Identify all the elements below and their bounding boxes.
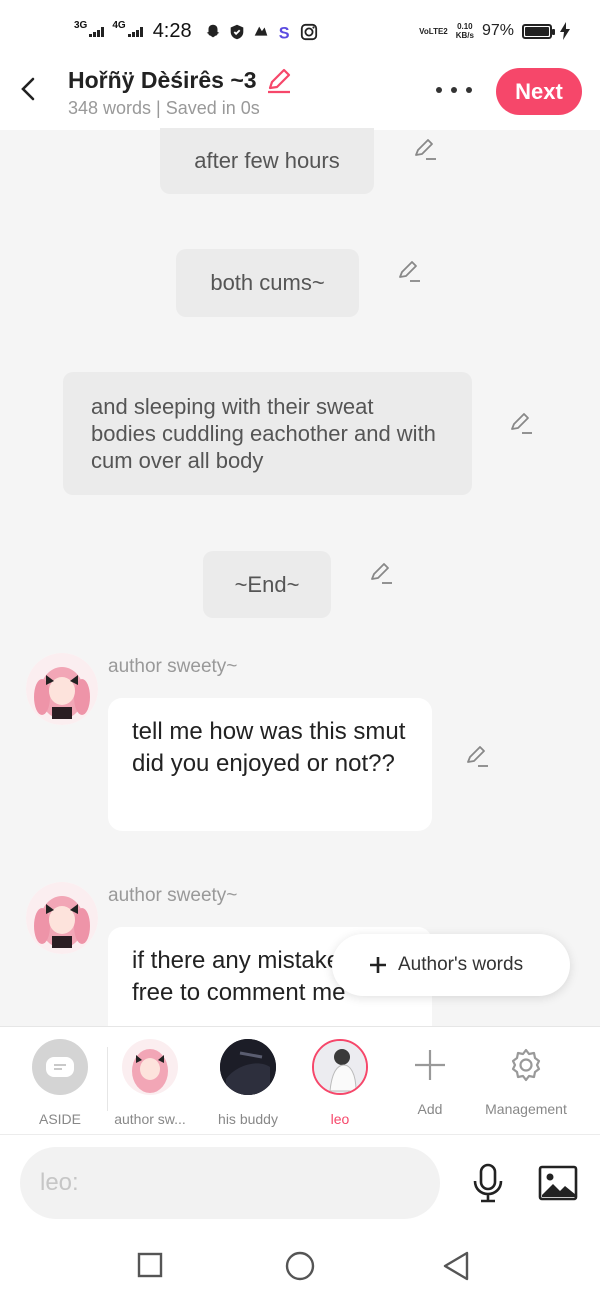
narration-text: after few hours [194,148,340,173]
story-header: Hořñÿ Dèśirês ~3 348 words | Saved in 0s… [0,64,600,130]
narration-bubble[interactable]: and sleeping with their sweat bodies cud… [63,372,472,495]
status-bar: 3G 4G 4:28 S VoLTE2 0.10 KB/s 97% [0,0,600,64]
network-2-label: 4G [112,19,126,31]
edit-pencil-icon[interactable] [508,410,534,436]
edit-pencil-icon[interactable] [396,258,422,284]
story-subtitle: 348 words | Saved in 0s [68,98,260,118]
character-divider [107,1047,108,1111]
charging-icon [560,22,570,40]
author-avatar[interactable] [26,882,98,954]
anime-girl-avatar-icon [26,882,98,954]
narration-text: ~End~ [234,571,300,597]
narration-bubble[interactable]: both cums~ [176,249,359,317]
image-button[interactable] [538,1163,578,1203]
character-label: his buddy [218,1111,278,1127]
title-area: Hořñÿ Dèśirês ~3 348 words | Saved in 0s [68,64,293,119]
add-character-button[interactable]: Add [398,1027,462,1135]
leo-avatar [312,1039,368,1095]
character-label: author sw... [114,1111,186,1127]
story-title: Hořñÿ Dèśirês ~3 [68,66,257,93]
composer [0,1134,600,1230]
plus-icon [370,957,386,973]
snapchat-icon [206,24,219,37]
management-button[interactable]: Management [478,1027,574,1135]
narration-text: both cums~ [210,270,325,295]
microphone-button[interactable] [468,1163,508,1203]
speed-value: 0.10 [457,22,473,31]
system-nav-bar [0,1230,600,1300]
character-label: ASIDE [38,1111,81,1127]
battery-percent: 97% [481,22,514,39]
gear-icon [498,1037,554,1093]
narration-bubble[interactable]: after few hours [160,128,374,194]
message-input[interactable] [20,1147,440,1219]
next-button[interactable]: Next [496,68,582,115]
narration-text: and sleeping with their sweat bodies cud… [91,394,436,473]
character-author[interactable]: author sw... [112,1027,188,1135]
back-button[interactable] [14,74,42,104]
character-his-buddy[interactable]: his buddy [210,1027,286,1135]
svg-text:S: S [278,24,289,41]
edit-pencil-icon[interactable] [412,136,438,162]
edit-pencil-icon[interactable] [464,743,490,769]
vpn-icon [254,26,267,36]
his-buddy-avatar [220,1039,276,1095]
signal-1-icon [89,26,105,37]
character-aside[interactable]: ASIDE [28,1027,92,1135]
author-character-avatar [122,1039,178,1095]
instagram-icon [300,23,317,40]
network-1-label: 3G [74,19,88,31]
more-options-button[interactable] [436,80,472,100]
character-selector: ASIDE author sw... his buddy leo Add Man… [0,1026,600,1134]
signal-2-icon [127,26,143,37]
message-bubble[interactable]: tell me how was this smut did you enjoye… [108,698,432,831]
edit-pencil-icon[interactable] [368,560,394,586]
author-name: author sweety~ [108,656,238,677]
story-title-row[interactable]: Hořñÿ Dèśirês ~3 [68,64,293,96]
message-text: tell me how was this smut did you enjoye… [132,718,406,777]
character-label: Add [417,1101,443,1117]
chevron-left-icon [21,77,35,101]
recents-icon[interactable] [137,1252,163,1278]
status-left: 3G 4G 4:28 S [74,20,318,43]
speed-unit: KB/s [455,31,474,40]
s-app-icon: S [278,24,289,41]
shield-icon [230,24,243,39]
edit-title-icon[interactable] [265,66,293,94]
status-right: VoLTE2 0.10 KB/s 97% [419,22,570,40]
author-avatar[interactable] [26,653,98,725]
speed-indicator: 0.10 KB/s [456,22,474,40]
author-name: author sweety~ [108,885,238,906]
authors-words-button[interactable]: Author's words [332,934,570,996]
narration-bubble[interactable]: ~End~ [203,551,331,618]
image-icon [538,1165,578,1201]
character-label: leo [330,1111,350,1127]
anime-girl-avatar-icon [26,653,98,725]
character-label: Management [485,1101,567,1117]
character-leo[interactable]: leo [308,1027,372,1135]
microphone-icon [473,1163,503,1203]
authors-words-label: Author's words [398,954,524,975]
volte-label: VoLTE2 [419,26,448,36]
battery-icon [522,23,555,39]
home-icon[interactable] [285,1251,315,1281]
status-time: 4:28 [152,20,192,42]
back-nav-icon[interactable] [442,1250,470,1282]
aside-icon [32,1039,88,1095]
add-icon [402,1037,458,1093]
